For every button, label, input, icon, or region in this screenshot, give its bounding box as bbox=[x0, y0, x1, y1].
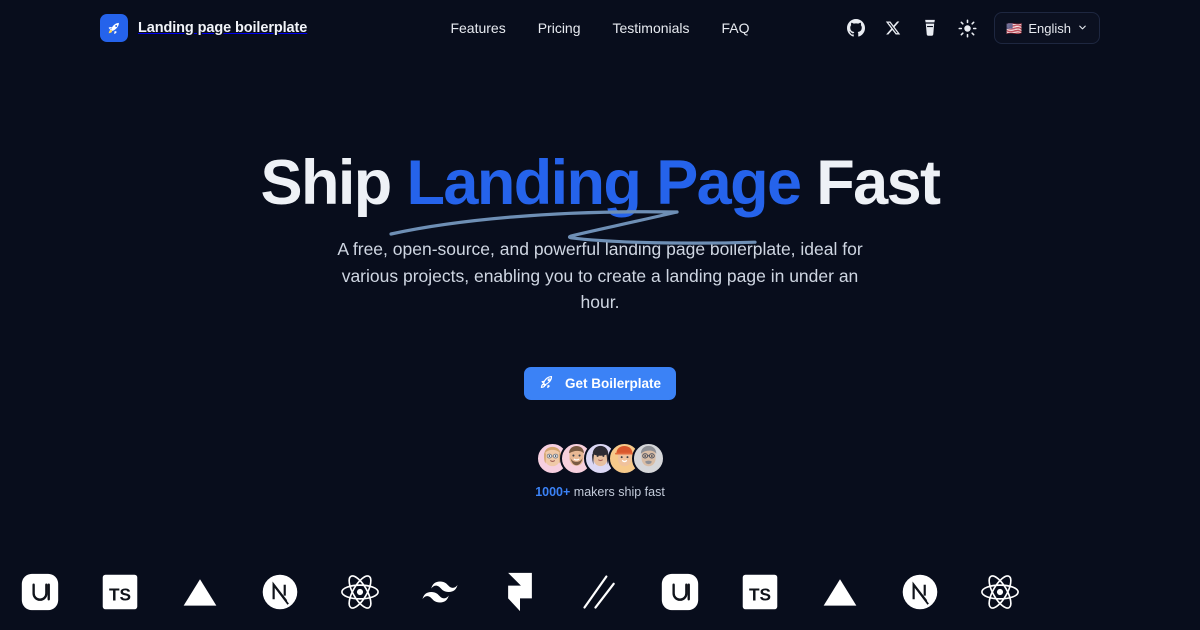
typescript-logo: TS bbox=[720, 572, 800, 612]
header-actions: 🇺🇸 English bbox=[846, 12, 1100, 44]
react-logo bbox=[320, 573, 400, 611]
chevron-down-icon bbox=[1077, 21, 1088, 36]
sun-icon[interactable] bbox=[957, 18, 977, 38]
nav-item-testimonials[interactable]: Testimonials bbox=[613, 20, 690, 36]
get-boilerplate-button[interactable]: Get Boilerplate bbox=[523, 367, 677, 401]
github-icon[interactable] bbox=[846, 18, 866, 38]
headline-trail: Fast bbox=[800, 148, 941, 218]
tech-logo-marquee: TS TS bbox=[0, 554, 1200, 630]
svg-text:TS: TS bbox=[109, 585, 131, 605]
language-label: English bbox=[1028, 20, 1071, 36]
hero-section: Ship Landing Page Fast A free, open-sour… bbox=[0, 150, 1200, 499]
react-logo bbox=[960, 573, 1040, 611]
shadcn-ui-logo bbox=[0, 572, 80, 612]
site-header: Landing page boilerplate Features Pricin… bbox=[0, 0, 1200, 56]
page-title: Ship Landing Page Fast bbox=[260, 148, 941, 245]
typescript-logo: TS bbox=[80, 572, 160, 612]
headline-lead: Ship bbox=[260, 148, 407, 218]
framer-logo bbox=[480, 571, 560, 613]
maker-count: 1000+ bbox=[535, 485, 571, 500]
brand-name: Landing page boilerplate bbox=[138, 20, 308, 36]
nextjs-logo bbox=[880, 572, 960, 612]
maker-count-label: makers ship fast bbox=[570, 485, 665, 500]
hero-subtitle: A free, open-source, and powerful landin… bbox=[337, 238, 863, 313]
avatar bbox=[631, 442, 665, 476]
vercel-logo bbox=[800, 574, 880, 610]
nextjs-logo bbox=[240, 572, 320, 612]
language-selector[interactable]: 🇺🇸 English bbox=[994, 12, 1100, 44]
nav-item-features[interactable]: Features bbox=[450, 20, 505, 36]
social-proof-text: 1000+ makers ship fast bbox=[535, 485, 665, 499]
rocket-icon bbox=[100, 14, 128, 42]
headline-accent: Landing Page bbox=[406, 148, 802, 218]
social-proof: 1000+ makers ship fast bbox=[535, 442, 665, 499]
magicui-logo bbox=[560, 571, 640, 613]
svg-text:TS: TS bbox=[749, 585, 771, 605]
get-boilerplate-label: Get Boilerplate bbox=[564, 376, 662, 392]
avatar-group bbox=[535, 442, 665, 476]
shadcn-ui-logo bbox=[640, 572, 720, 612]
nav-item-faq[interactable]: FAQ bbox=[722, 20, 750, 36]
vercel-logo bbox=[160, 574, 240, 610]
x-twitter-icon[interactable] bbox=[883, 18, 903, 38]
nav-item-pricing[interactable]: Pricing bbox=[538, 20, 581, 36]
rocket-icon bbox=[539, 374, 556, 394]
tailwind-logo bbox=[400, 578, 480, 606]
brand-logo-link[interactable]: Landing page boilerplate bbox=[100, 14, 307, 42]
us-flag-icon: 🇺🇸 bbox=[1006, 20, 1023, 36]
coffee-cup-icon[interactable] bbox=[920, 18, 940, 38]
